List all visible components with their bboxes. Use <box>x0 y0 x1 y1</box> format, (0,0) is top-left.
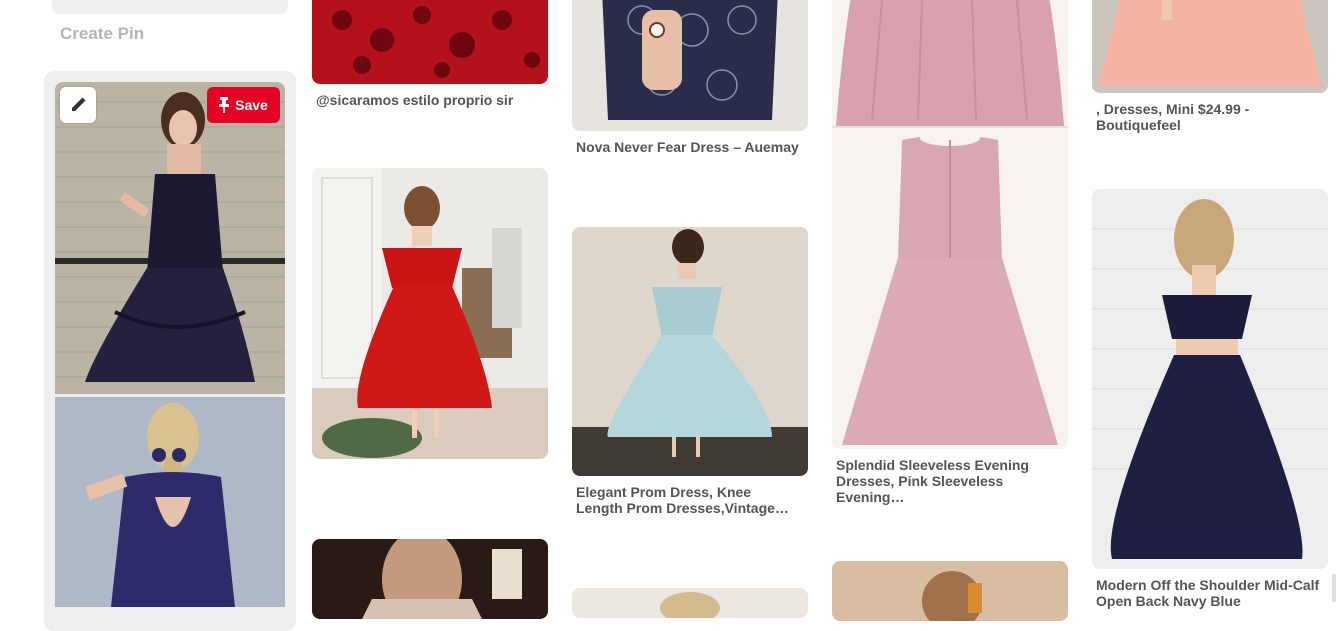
pin-caption[interactable]: Modern Off the Shoulder Mid-Calf Open Ba… <box>1096 577 1320 609</box>
create-pin-label[interactable]: Create Pin <box>60 24 144 44</box>
pin-image-selfie-dress[interactable] <box>832 561 1068 621</box>
pin-image-navy-dress-back[interactable] <box>55 397 285 607</box>
pin-caption[interactable]: , Dresses, Mini $24.99 - Boutiquefeel <box>1096 101 1320 133</box>
pin-image-light-blue-dress[interactable] <box>572 227 808 476</box>
pin-image-peach-dress[interactable] <box>1092 0 1328 93</box>
pencil-icon <box>69 96 87 114</box>
create-pin-tile[interactable] <box>52 0 288 14</box>
scrollbar-track[interactable] <box>1332 574 1336 602</box>
pin-caption[interactable]: Splendid Sleeveless Evening Dresses, Pin… <box>836 457 1060 505</box>
edit-pin-button[interactable] <box>60 87 96 123</box>
pin-image-blonde-top[interactable] <box>572 588 808 618</box>
pin-caption[interactable]: Elegant Prom Dress, Knee Length Prom Dre… <box>576 484 800 516</box>
pin-image-navy-lace-dress[interactable] <box>572 0 808 131</box>
pin-image-red-off-shoulder[interactable] <box>312 168 548 459</box>
pin-image-sequin-dress[interactable] <box>312 539 548 619</box>
pin-caption[interactable]: @sicaramos estilo proprio sir <box>316 92 540 108</box>
pin-image-navy-two-piece[interactable] <box>1092 189 1328 569</box>
pin-image-red-lace-skirt[interactable] <box>312 0 548 84</box>
save-button[interactable]: Save <box>207 87 280 123</box>
save-label: Save <box>235 97 268 113</box>
pin-caption[interactable]: Nova Never Fear Dress – Auemay <box>576 139 800 155</box>
pushpin-icon <box>219 97 230 113</box>
pin-image-pink-dress[interactable] <box>832 0 1068 449</box>
pin-image-navy-dress-front[interactable] <box>55 82 285 394</box>
